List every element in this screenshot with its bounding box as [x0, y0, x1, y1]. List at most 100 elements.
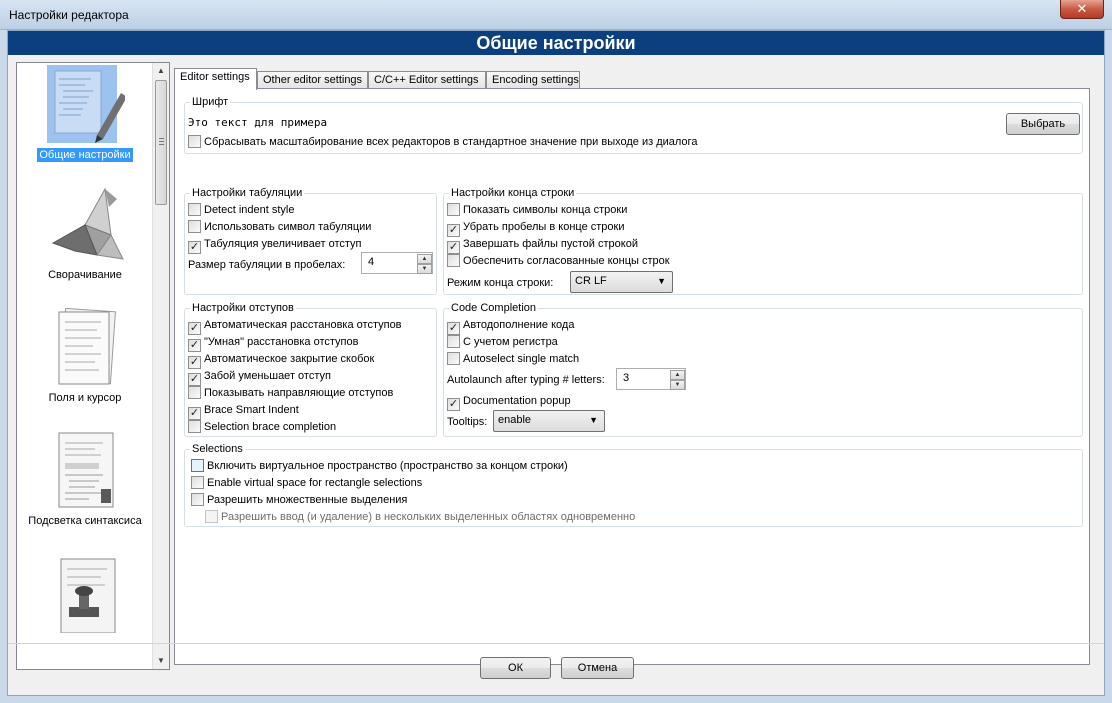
checkbox-box[interactable]: ✓ — [188, 339, 201, 352]
checkbox-box[interactable] — [447, 203, 460, 216]
eol-mode-value: CR LF — [575, 275, 607, 287]
code-completion-checkbox[interactable]: ✓ Автодополнение кода — [447, 318, 575, 335]
brace-smart-indent-checkbox[interactable]: ✓ Brace Smart Indent — [188, 403, 299, 420]
tab-panel: Шрифт Это текст для примера Выбрать Сбра… — [174, 88, 1090, 665]
spin-up-icon[interactable]: ▲ — [670, 370, 685, 380]
use-tab-char-checkbox[interactable]: Использовать символ табуляции — [188, 220, 371, 236]
checkbox-box[interactable]: ✓ — [447, 224, 460, 237]
tooltips-select[interactable]: enable ▼ — [493, 410, 605, 432]
selection-brace-checkbox[interactable]: Selection brace completion — [188, 420, 336, 436]
checkbox-box[interactable] — [188, 135, 201, 148]
checkbox-box[interactable] — [188, 420, 201, 433]
tooltips-label: Tooltips: — [447, 416, 488, 428]
close-button[interactable]: ✕ — [1060, 0, 1104, 19]
documentation-popup-checkbox[interactable]: ✓ Documentation popup — [447, 394, 571, 411]
checkbox-box[interactable] — [191, 476, 204, 489]
choose-font-button[interactable]: Выбрать — [1006, 113, 1080, 135]
category-syntax-highlighting[interactable]: Подсветка синтаксиса — [17, 431, 153, 528]
spin-up-icon[interactable]: ▲ — [417, 254, 432, 264]
checkbox-label: Enable virtual space for rectangle selec… — [207, 477, 423, 489]
category-margins-caret[interactable]: Поля и курсор — [17, 307, 153, 405]
scroll-thumb[interactable] — [155, 80, 167, 205]
autoselect-checkbox[interactable]: Autoselect single match — [447, 352, 579, 368]
checkbox-label: Обеспечить согласованные концы строк — [463, 255, 670, 267]
category-folding[interactable]: Сворачивание — [17, 185, 153, 282]
autolaunch-spinner[interactable]: 3 ▲ ▼ — [616, 368, 686, 390]
final-newline-checkbox[interactable]: ✓ Завершать файлы пустой строкой — [447, 237, 638, 254]
eol-mode-select[interactable]: CR LF ▼ — [570, 271, 673, 293]
chevron-down-icon: ▼ — [657, 276, 666, 286]
auto-indent-checkbox[interactable]: ✓ Автоматическая расстановка отступов — [188, 318, 402, 335]
checkbox-box[interactable]: ✓ — [188, 356, 201, 369]
checkbox-box[interactable]: ✓ — [188, 373, 201, 386]
spin-down-icon[interactable]: ▼ — [670, 380, 685, 390]
smart-indent-checkbox[interactable]: ✓ "Умная" расстановка отступов — [188, 335, 358, 352]
autolaunch-value[interactable]: 3 — [623, 372, 629, 384]
selections-legend: Selections — [190, 442, 245, 456]
detect-indent-checkbox[interactable]: Detect indent style — [188, 203, 295, 219]
checkbox-box[interactable] — [188, 386, 201, 399]
checkbox-box[interactable] — [447, 335, 460, 348]
show-eol-checkbox[interactable]: Показать символы конца строки — [447, 203, 627, 219]
checkbox-box[interactable]: ✓ — [188, 407, 201, 420]
checkbox-box[interactable]: ✓ — [188, 241, 201, 254]
multiple-selections-checkbox[interactable]: Разрешить множественные выделения — [191, 493, 407, 509]
footer-divider — [8, 643, 1104, 644]
code-completion-legend: Code Completion — [449, 301, 538, 315]
ok-button[interactable]: ОК — [480, 657, 551, 679]
checkbox-label: Documentation popup — [463, 395, 571, 407]
consistent-eol-checkbox[interactable]: Обеспечить согласованные концы строк — [447, 254, 670, 270]
checkbox-label: Brace Smart Indent — [204, 404, 299, 416]
tab-encoding-settings[interactable]: Encoding settings — [486, 71, 580, 89]
auto-close-brackets-checkbox[interactable]: ✓ Автоматическое закрытие скобок — [188, 352, 375, 369]
tab-indents-checkbox[interactable]: ✓ Табуляция увеличивает отступ — [188, 237, 362, 254]
checkbox-box[interactable] — [191, 459, 204, 472]
rect-virtual-space-checkbox[interactable]: Enable virtual space for rectangle selec… — [191, 476, 422, 492]
checkbox-box[interactable]: ✓ — [447, 398, 460, 411]
tab-size-value[interactable]: 4 — [368, 256, 374, 268]
indent-settings-legend: Настройки отступов — [190, 301, 296, 315]
spin-buttons[interactable]: ▲ ▼ — [417, 254, 432, 274]
category-label: Поля и курсор — [48, 392, 122, 404]
indent-guides-checkbox[interactable]: Показывать направляющие отступов — [188, 386, 393, 402]
reset-zoom-checkbox[interactable]: Сбрасывать масштабирование всех редактор… — [188, 135, 697, 151]
cancel-button[interactable]: Отмена — [561, 657, 634, 679]
checkbox-box[interactable] — [191, 493, 204, 506]
checkbox-box[interactable] — [447, 254, 460, 267]
scroll-up-icon[interactable]: ▲ — [153, 63, 169, 79]
checkbox-label: Убрать пробелы в конце строки — [463, 221, 625, 233]
backspace-unindent-checkbox[interactable]: ✓ Забой уменьшает отступ — [188, 369, 331, 386]
tab-editor-settings[interactable]: Editor settings — [174, 68, 257, 90]
editor-page-icon — [45, 65, 127, 145]
tab-size-label: Размер табуляции в пробелах: — [188, 259, 346, 271]
tab-other-editor-settings[interactable]: Other editor settings — [257, 71, 368, 89]
checkbox-box[interactable]: ✓ — [447, 322, 460, 335]
font-group: Шрифт Это текст для примера Выбрать Сбра… — [184, 95, 1083, 154]
checkbox-label: Autoselect single match — [463, 353, 580, 365]
spin-down-icon[interactable]: ▼ — [417, 264, 432, 274]
checkbox-box[interactable]: ✓ — [447, 241, 460, 254]
category-list[interactable]: Общие настройки Сворачивание Поля и курс… — [16, 62, 170, 670]
checkbox-label: Разрешить множественные выделения — [207, 494, 408, 506]
checkbox-label: Показывать направляющие отступов — [204, 387, 394, 399]
checkbox-box[interactable] — [447, 352, 460, 365]
checkbox-label: Автодополнение кода — [463, 319, 575, 331]
category-stamp[interactable] — [17, 553, 153, 634]
checkbox-box[interactable] — [188, 220, 201, 233]
tab-cpp-editor-settings[interactable]: C/C++ Editor settings — [368, 71, 486, 89]
strip-trailing-checkbox[interactable]: ✓ Убрать пробелы в конце строки — [447, 220, 625, 237]
chevron-down-icon: ▼ — [589, 415, 598, 425]
spin-buttons[interactable]: ▲ ▼ — [670, 370, 685, 390]
category-general[interactable]: Общие настройки — [17, 65, 153, 162]
checkbox-box[interactable] — [188, 203, 201, 216]
checkbox-label: Автоматическое закрытие скобок — [204, 353, 375, 365]
title-bar: Настройки редактора ✕ — [0, 0, 1112, 30]
virtual-space-checkbox[interactable]: Включить виртуальное пространство (прост… — [191, 459, 568, 475]
pages-stack-icon — [45, 307, 125, 388]
category-scrollbar[interactable]: ▲ ▼ — [152, 63, 169, 669]
scroll-down-icon[interactable]: ▼ — [153, 653, 169, 669]
tab-size-spinner[interactable]: 4 ▲ ▼ — [361, 252, 433, 274]
checkbox-box[interactable]: ✓ — [188, 322, 201, 335]
page-title: Общие настройки — [8, 31, 1104, 55]
case-sensitive-checkbox[interactable]: С учетом регистра — [447, 335, 558, 351]
